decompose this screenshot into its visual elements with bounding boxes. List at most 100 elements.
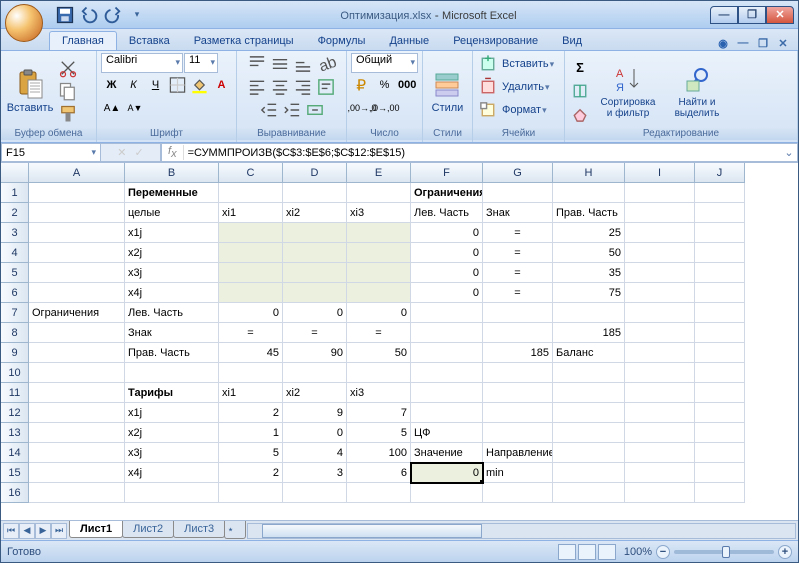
cell-F12[interactable] [411,403,483,423]
cell-H2[interactable]: Прав. Часть [553,203,625,223]
cell-D4[interactable] [283,243,347,263]
cell-G8[interactable] [483,323,553,343]
cell-B13[interactable]: x2j [125,423,219,443]
format-painter-icon[interactable] [57,103,79,125]
zoom-out-icon[interactable]: − [656,545,670,559]
cell-B12[interactable]: x1j [125,403,219,423]
cell-A9[interactable] [29,343,125,363]
ribbon-minimize-icon[interactable]: — [736,36,750,50]
cell-H6[interactable]: 75 [553,283,625,303]
cell-C5[interactable] [219,263,283,283]
tab-layout[interactable]: Разметка страницы [182,32,306,50]
cell-B11[interactable]: Тарифы [125,383,219,403]
cell-A2[interactable] [29,203,125,223]
column-header-B[interactable]: B [125,163,219,183]
cell-E9[interactable]: 50 [347,343,411,363]
cell-C1[interactable] [219,183,283,203]
cell-D11[interactable]: xi2 [283,383,347,403]
cell-D2[interactable]: xi2 [283,203,347,223]
cell-G15[interactable]: min [483,463,553,483]
cell-E2[interactable]: xi3 [347,203,411,223]
cell-H10[interactable] [553,363,625,383]
column-header-D[interactable]: D [283,163,347,183]
cell-H11[interactable] [553,383,625,403]
cell-E14[interactable]: 100 [347,443,411,463]
cell-G5[interactable]: = [483,263,553,283]
number-format-combo[interactable]: Общий [351,53,418,73]
cell-F10[interactable] [411,363,483,383]
cell-J11[interactable] [695,383,745,403]
paste-button[interactable]: Вставить [5,66,55,116]
cell-G13[interactable] [483,423,553,443]
align-center-icon[interactable] [269,76,291,98]
cell-H16[interactable] [553,483,625,503]
cell-D5[interactable] [283,263,347,283]
row-header-16[interactable]: 16 [1,483,29,503]
cell-I4[interactable] [625,243,695,263]
cell-H12[interactable] [553,403,625,423]
orientation-icon[interactable]: ab [315,53,337,75]
column-header-G[interactable]: G [483,163,553,183]
cell-J3[interactable] [695,223,745,243]
format-label[interactable]: Формат [502,104,541,116]
cell-A11[interactable] [29,383,125,403]
cell-F13[interactable]: ЦФ [411,423,483,443]
cell-F14[interactable]: Значение [411,443,483,463]
cell-J15[interactable] [695,463,745,483]
cell-B3[interactable]: x1j [125,223,219,243]
percent-icon[interactable]: % [374,74,396,96]
dec-decimal-icon[interactable]: ,0→,00 [374,97,396,119]
cell-F4[interactable]: 0 [411,243,483,263]
align-left-icon[interactable] [246,76,268,98]
redo-icon[interactable] [103,5,123,25]
cell-G6[interactable]: = [483,283,553,303]
cell-F1[interactable]: Ограничения [411,183,483,203]
cell-F2[interactable]: Лев. Часть [411,203,483,223]
cell-I7[interactable] [625,303,695,323]
copy-icon[interactable] [57,80,79,102]
column-header-E[interactable]: E [347,163,411,183]
cell-J1[interactable] [695,183,745,203]
cell-I11[interactable] [625,383,695,403]
cell-J10[interactable] [695,363,745,383]
zoom-level[interactable]: 100% [624,546,652,558]
minimize-button[interactable]: — [710,6,738,24]
tab-view[interactable]: Вид [550,32,594,50]
cell-J13[interactable] [695,423,745,443]
cell-H4[interactable]: 50 [553,243,625,263]
wrap-text-icon[interactable] [315,76,337,98]
column-header-H[interactable]: H [553,163,625,183]
row-header-10[interactable]: 10 [1,363,29,383]
cell-C12[interactable]: 2 [219,403,283,423]
cell-H5[interactable]: 35 [553,263,625,283]
cell-I1[interactable] [625,183,695,203]
cell-C6[interactable] [219,283,283,303]
align-mid-icon[interactable] [269,53,291,75]
expand-formula-bar-icon[interactable]: ⌄ [781,146,797,159]
cell-D14[interactable]: 4 [283,443,347,463]
row-header-9[interactable]: 9 [1,343,29,363]
cell-F7[interactable] [411,303,483,323]
font-size-combo[interactable]: 11 [184,53,218,73]
sheet-tab-2[interactable]: Лист2 [122,521,174,538]
cancel-formula-icon[interactable]: ✕ [117,146,126,159]
inc-indent-icon[interactable] [281,99,303,121]
cell-B14[interactable]: x3j [125,443,219,463]
cell-A13[interactable] [29,423,125,443]
cell-B10[interactable] [125,363,219,383]
shrink-font-icon[interactable]: A▼ [124,97,146,119]
row-header-1[interactable]: 1 [1,183,29,203]
italic-icon[interactable]: К [123,74,144,96]
row-header-4[interactable]: 4 [1,243,29,263]
cell-C8[interactable]: = [219,323,283,343]
cell-J5[interactable] [695,263,745,283]
cell-J14[interactable] [695,443,745,463]
cell-J4[interactable] [695,243,745,263]
cell-F3[interactable]: 0 [411,223,483,243]
row-header-15[interactable]: 15 [1,463,29,483]
tab-data[interactable]: Данные [377,32,441,50]
cell-B15[interactable]: x4j [125,463,219,483]
cell-E4[interactable] [347,243,411,263]
cell-H9[interactable]: Баланс [553,343,625,363]
cell-D1[interactable] [283,183,347,203]
